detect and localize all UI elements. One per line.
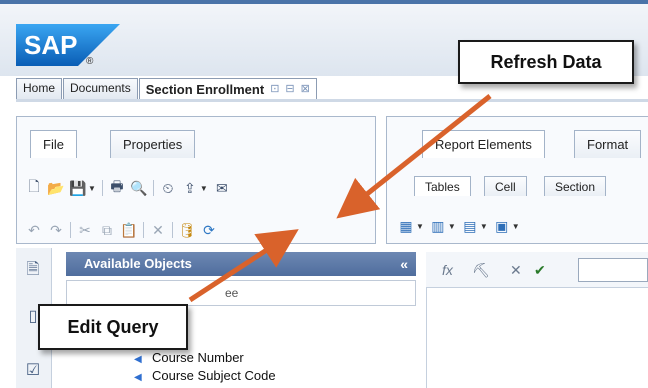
cut-icon[interactable]: ✂ [77, 222, 93, 238]
tab-cell[interactable]: Cell [484, 176, 527, 196]
tab-home[interactable]: Home [16, 78, 63, 99]
table-columns-dropdown-icon[interactable]: ▼ [448, 222, 456, 231]
table-form-icon[interactable]: ▣ [494, 218, 510, 234]
toolbar-separator [152, 180, 154, 196]
available-objects-title: Available Objects [84, 256, 192, 271]
validate-formula-icon[interactable]: ✔ [534, 262, 546, 279]
edit-query-callout: Edit Query [38, 304, 188, 350]
tab-tables[interactable]: Tables [414, 176, 471, 196]
dimension-icon: ◀ [134, 372, 142, 383]
toolbar-separator [172, 222, 173, 238]
open-folder-icon[interactable]: 📂 [47, 180, 64, 196]
cancel-formula-icon[interactable]: ✕ [510, 262, 522, 279]
objects-view-selector[interactable]: ee [66, 280, 416, 306]
copy-icon[interactable]: ⧉ [99, 222, 115, 238]
export-dropdown-icon[interactable]: ▼ [200, 184, 208, 193]
tab-section-enrollment-label: Section Enrollment [145, 81, 265, 97]
find-icon[interactable]: 🔍 [130, 180, 147, 196]
float-icon[interactable]: ⊡ [270, 80, 279, 99]
redo-icon[interactable]: ↷ [48, 222, 64, 238]
file-toolbar-row-1: 🗋 📂 💾 ▼ 🖶 🔍 ⏲ ⇪ ▼ ✉ [26, 176, 230, 200]
table-columns-icon[interactable]: ▥ [430, 218, 446, 234]
dimension-icon: ◀ [134, 354, 142, 365]
objects-view-text: ee [225, 286, 239, 300]
tab-section-enrollment[interactable]: Section Enrollment ⊡ ⊟ ⊠ [138, 78, 317, 99]
tree-item[interactable]: Course Number [152, 350, 244, 365]
formula-icon[interactable]: fx [442, 262, 453, 278]
close-icon[interactable]: ⊠ [301, 80, 310, 99]
collapse-icon[interactable]: « [400, 252, 408, 276]
table-grid-dropdown-icon[interactable]: ▼ [416, 222, 424, 231]
refresh-data-callout: Refresh Data [458, 40, 634, 84]
table-grid-icon[interactable]: ▦ [398, 218, 414, 234]
export-icon[interactable]: ⇪ [182, 180, 198, 196]
table-form-dropdown-icon[interactable]: ▼ [512, 222, 520, 231]
tree-item[interactable]: Course Subject Code [152, 368, 276, 383]
save-icon[interactable]: 💾 [69, 180, 86, 196]
formula-input[interactable] [578, 258, 648, 282]
formula-bar: fx ⛏ ✕ ✔ [426, 252, 648, 288]
svg-text:®: ® [86, 56, 94, 66]
available-objects-header: Available Objects « [66, 252, 416, 276]
undo-icon[interactable]: ↶ [26, 222, 42, 238]
save-dropdown-icon[interactable]: ▼ [88, 184, 96, 193]
document-structure-icon[interactable]: 🗎 [23, 258, 43, 280]
document-tabs: Home Documents Section Enrollment ⊡ ⊟ ⊠ [16, 78, 318, 99]
refresh-data-icon[interactable]: ⟳ [201, 222, 217, 238]
toolbar-separator [143, 222, 144, 238]
pin-icon[interactable]: ⊟ [285, 80, 294, 99]
email-icon[interactable]: ✉ [214, 180, 230, 196]
tab-report-elements[interactable]: Report Elements [422, 130, 545, 158]
tab-properties[interactable]: Properties [110, 130, 196, 158]
toolbar-separator [101, 180, 103, 196]
content-divider [16, 99, 648, 102]
paste-icon[interactable]: 📋 [120, 222, 137, 238]
variable-editor-icon[interactable]: ⛏ [472, 262, 490, 279]
delete-icon[interactable]: ✕ [150, 222, 166, 238]
sap-logo: SAP ® [16, 24, 120, 66]
tab-documents[interactable]: Documents [63, 78, 138, 99]
file-toolbar-row-2: ↶ ↷ ✂ ⧉ 📋 ✕ 🛢 ⟳ [26, 218, 217, 242]
new-document-icon[interactable]: 🗋 [26, 178, 42, 196]
edit-query-icon[interactable]: 🛢 [178, 222, 196, 238]
print-icon[interactable]: 🖶 [109, 178, 125, 196]
table-crosstab-dropdown-icon[interactable]: ▼ [480, 222, 488, 231]
svg-text:SAP: SAP [24, 30, 77, 60]
tables-toolbar: ▦ ▼ ▥ ▼ ▤ ▼ ▣ ▼ [398, 214, 520, 238]
checklist-icon[interactable]: ☑ [23, 360, 43, 382]
history-icon[interactable]: ⏲ [160, 180, 176, 196]
tab-format[interactable]: Format [574, 130, 642, 158]
tab-section[interactable]: Section [544, 176, 607, 196]
table-crosstab-icon[interactable]: ▤ [462, 218, 478, 234]
report-canvas[interactable] [426, 288, 648, 388]
toolbar-separator [70, 222, 71, 238]
tab-file[interactable]: File [30, 130, 77, 158]
